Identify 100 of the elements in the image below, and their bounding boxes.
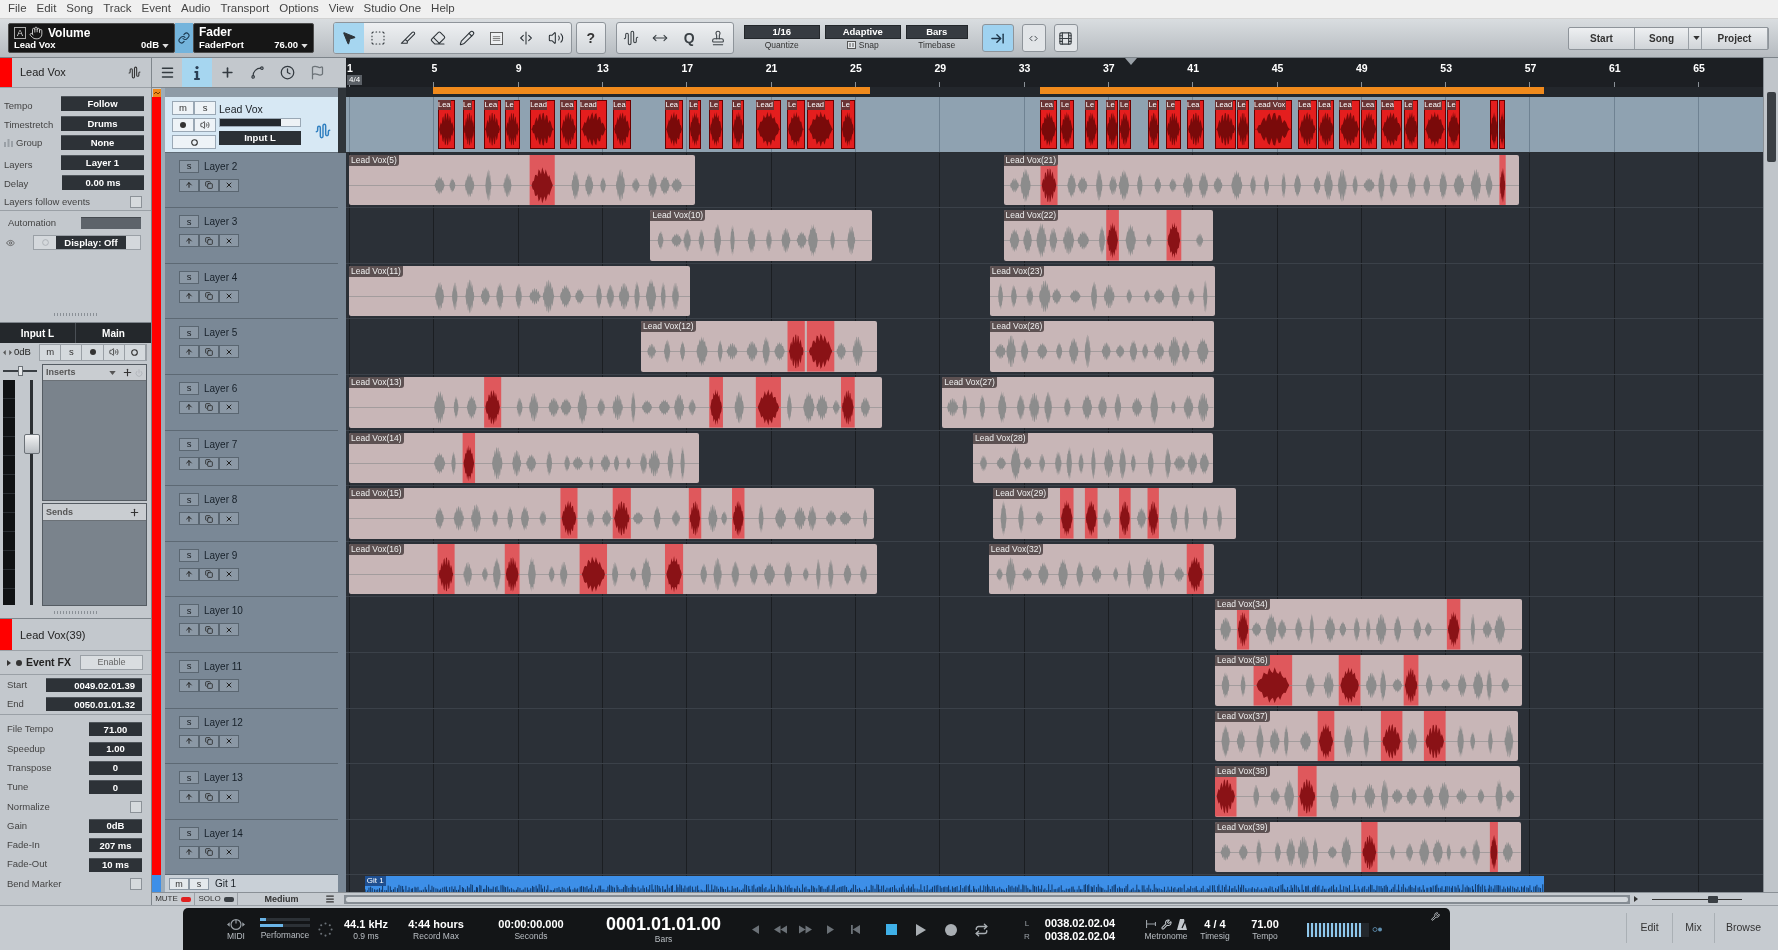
- display-control[interactable]: Display: Off: [33, 235, 141, 251]
- move-up-button[interactable]: [179, 289, 199, 303]
- duplicate-button[interactable]: [199, 345, 219, 359]
- pan-slider[interactable]: [3, 366, 37, 377]
- audio-clip[interactable]: Lead Vox(39): [1214, 821, 1521, 873]
- delete-button[interactable]: [219, 234, 239, 248]
- input-button[interactable]: Input L: [219, 131, 301, 145]
- menu-item[interactable]: Audio: [175, 0, 216, 18]
- audio-clip[interactable]: Lead Vox(14): [349, 432, 699, 484]
- page-button[interactable]: Edit: [1626, 913, 1672, 943]
- setting-button[interactable]: None: [61, 135, 144, 151]
- video-toggle[interactable]: [1053, 24, 1078, 52]
- duplicate-button[interactable]: [199, 790, 219, 804]
- setting-field[interactable]: 1.00: [89, 741, 142, 756]
- audio-clip[interactable]: Lead Vox(32): [988, 543, 1214, 595]
- duplicate-button[interactable]: [199, 400, 219, 414]
- help-button[interactable]: ?: [575, 22, 606, 54]
- move-up-button[interactable]: [179, 456, 199, 470]
- letter-button[interactable]: s: [61, 344, 83, 360]
- automation-field[interactable]: [81, 217, 141, 230]
- audio-clip[interactable]: Lead Vox(27): [942, 376, 1214, 428]
- checkbox[interactable]: [130, 877, 142, 890]
- delete-button[interactable]: [219, 178, 239, 192]
- audio-clip[interactable]: Lead Vox(10): [650, 210, 872, 261]
- setting-field[interactable]: 207 ms: [89, 838, 142, 853]
- page-button[interactable]: Start: [1569, 27, 1635, 49]
- audio-clip[interactable]: Lead Vox(22): [1003, 210, 1213, 261]
- link-button[interactable]: [175, 23, 193, 53]
- move-up-button[interactable]: [179, 178, 199, 192]
- delete-button[interactable]: [219, 567, 239, 581]
- move-up-button[interactable]: [179, 567, 199, 581]
- comp-segment[interactable]: [1498, 100, 1506, 149]
- delete-button[interactable]: [219, 456, 239, 470]
- monitor-button[interactable]: [194, 118, 216, 132]
- duplicate-button[interactable]: [199, 512, 219, 526]
- audio-clip[interactable]: Lead Vox(11): [349, 265, 691, 317]
- duplicate-button[interactable]: [199, 678, 219, 692]
- output-selector[interactable]: Main: [76, 323, 151, 344]
- menu-item[interactable]: Options: [274, 0, 324, 18]
- fader-track[interactable]: [24, 380, 40, 606]
- setting-field[interactable]: 0: [89, 761, 142, 776]
- audio-clip[interactable]: Lead Vox(12): [640, 321, 878, 372]
- setting-button[interactable]: Drums: [61, 115, 144, 131]
- move-up-button[interactable]: [179, 234, 199, 248]
- comp-segment[interactable]: [1489, 100, 1498, 149]
- track-height-button[interactable]: Medium: [238, 893, 325, 905]
- audio-clip[interactable]: Lead Vox(23): [989, 265, 1215, 317]
- move-up-button[interactable]: [179, 734, 199, 748]
- info-tab[interactable]: [182, 58, 212, 87]
- setting-field[interactable]: 71.00: [89, 722, 142, 737]
- move-up-button[interactable]: [179, 512, 199, 526]
- display-button[interactable]: Display: Off: [56, 236, 126, 250]
- record-button[interactable]: [82, 344, 104, 360]
- duplicate-button[interactable]: [199, 734, 219, 748]
- move-up-button[interactable]: [179, 678, 199, 692]
- audio-clip[interactable]: Lead Vox(5): [349, 154, 695, 206]
- menu-item[interactable]: Studio One: [358, 0, 427, 18]
- letter-button[interactable]: s: [179, 381, 199, 395]
- letter-button[interactable]: m: [169, 877, 189, 890]
- move-up-button[interactable]: [179, 790, 199, 804]
- letter-button[interactable]: s: [179, 437, 199, 451]
- page-button[interactable]: Project: [1702, 27, 1768, 49]
- delete-button[interactable]: [219, 512, 239, 526]
- delete-button[interactable]: [219, 345, 239, 359]
- audio-clip[interactable]: Lead Vox(29): [993, 488, 1237, 539]
- delete-button[interactable]: [219, 289, 239, 303]
- delete-button[interactable]: [219, 678, 239, 692]
- letter-button[interactable]: s: [179, 326, 199, 340]
- setting-field[interactable]: 0dB: [89, 818, 142, 833]
- position-field[interactable]: 0050.01.01.32: [46, 697, 142, 712]
- audio-clip[interactable]: Lead Vox(16): [349, 543, 878, 595]
- setting-field[interactable]: 1/16: [743, 25, 820, 39]
- monitor-button[interactable]: [103, 344, 125, 360]
- arrow-tool-button[interactable]: [334, 23, 364, 53]
- position-field[interactable]: 0049.02.01.39: [46, 678, 142, 693]
- volume-control[interactable]: A Volume Lead Vox 0dB: [8, 23, 175, 53]
- setting-button[interactable]: Layer 1: [61, 155, 144, 171]
- audio-clip[interactable]: Lead Vox(15): [349, 488, 874, 539]
- letter-button[interactable]: s: [179, 493, 199, 507]
- fader-cap[interactable]: [24, 433, 40, 454]
- letter-button[interactable]: s: [179, 215, 199, 229]
- letter-button[interactable]: s: [179, 659, 199, 673]
- setting-field[interactable]: 10 ms: [89, 857, 142, 872]
- resize-handle[interactable]: [53, 611, 98, 615]
- automation-toggle[interactable]: A: [14, 26, 26, 39]
- menu-item[interactable]: File: [3, 0, 32, 18]
- slider-thumb[interactable]: [1708, 895, 1718, 903]
- page-button[interactable]: Song: [1635, 27, 1689, 49]
- move-up-button[interactable]: [179, 345, 199, 359]
- letter-button[interactable]: s: [194, 101, 216, 115]
- duplicate-button[interactable]: [199, 178, 219, 192]
- letter-button[interactable]: s: [179, 715, 199, 729]
- volume-slider[interactable]: [219, 118, 301, 127]
- resize-handle[interactable]: [53, 313, 98, 317]
- duplicate-button[interactable]: [199, 845, 219, 859]
- duplicate-button[interactable]: [199, 234, 219, 248]
- audio-clip[interactable]: Lead Vox(34): [1214, 599, 1522, 650]
- menu-item[interactable]: Edit: [31, 0, 62, 18]
- delete-button[interactable]: [219, 623, 239, 637]
- letter-button[interactable]: s: [179, 548, 199, 562]
